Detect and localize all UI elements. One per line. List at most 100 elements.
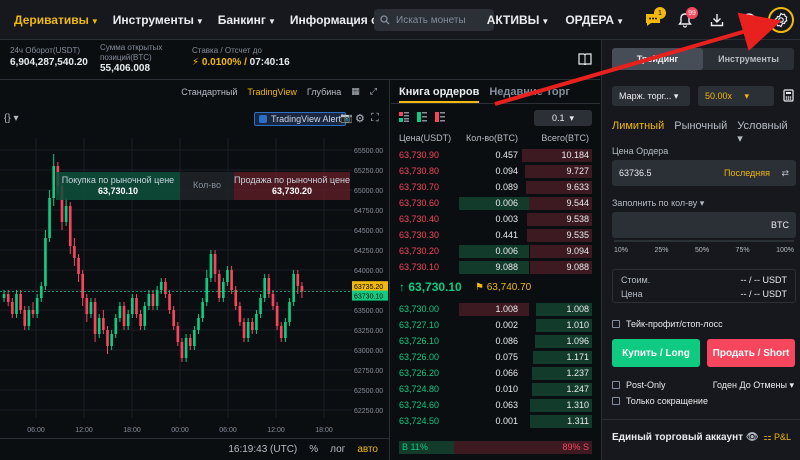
total-cell: 1.247	[566, 384, 589, 394]
ask-row[interactable]: 63,730.40 0.003 9.538	[399, 212, 592, 227]
settings-button[interactable]	[768, 7, 794, 33]
ask-row[interactable]: 63,730.80 0.094 9.727	[399, 164, 592, 179]
fullscreen-icon[interactable]: ⛶	[371, 112, 379, 125]
nav-banking[interactable]: Банкинг ▼	[218, 13, 276, 27]
bid-row[interactable]: 63,726.20 0.066 1.237	[399, 366, 592, 381]
expand-icon[interactable]: ⤢	[370, 86, 377, 97]
calculator-icon[interactable]	[783, 89, 794, 105]
candle-body	[97, 318, 101, 334]
grid-layout-icon[interactable]: ▦	[351, 86, 360, 97]
qty-slider[interactable]	[614, 240, 794, 242]
swap-icon[interactable]: ⇄	[781, 168, 789, 179]
order-price-value: 63736.5	[619, 168, 652, 178]
pct-50[interactable]: 50%	[695, 247, 709, 254]
qty-field[interactable]: BTC	[612, 212, 796, 238]
turnover-block: 24ч Оборот(USDT) 6,904,287,540.20	[10, 46, 88, 69]
chat-button[interactable]: 1	[640, 7, 666, 33]
precision-select[interactable]: 0.1 ▾	[534, 110, 592, 126]
view-asks-icon[interactable]	[435, 112, 445, 125]
indicator-menu[interactable]: {} ▾	[4, 113, 19, 124]
reduce-only-checkbox[interactable]: Только сокращение	[612, 396, 708, 406]
pct-100[interactable]: 100%	[776, 247, 794, 254]
tradingview-alert-button[interactable]: TradingView Alert	[254, 112, 347, 126]
chat-badge: 1	[654, 7, 666, 19]
order-type-limit[interactable]: Лимитный	[612, 120, 664, 145]
last-price-shortcut[interactable]: Последняя	[724, 168, 770, 178]
ask-row[interactable]: 63,730.30 0.441 9.535	[399, 228, 592, 243]
eye-icon[interactable]: 👁	[746, 432, 759, 443]
ask-row[interactable]: 63,730.60 0.006 9.544	[399, 196, 592, 211]
language-button[interactable]	[736, 7, 762, 33]
chart-settings-icon[interactable]: ⚙	[355, 112, 365, 125]
download-button[interactable]	[704, 7, 730, 33]
candle-body	[213, 254, 217, 274]
nav-tools[interactable]: Инструменты ▼	[113, 13, 204, 27]
camera-icon[interactable]: 📷	[340, 113, 352, 124]
view-bids-icon[interactable]	[417, 112, 427, 125]
bid-row[interactable]: 63,724.80 0.010 1.247	[399, 382, 592, 397]
nav-assets[interactable]: АКТИВЫ ▼	[487, 13, 550, 27]
y-tick-label: 65250.00	[354, 168, 383, 175]
order-type-conditional[interactable]: Условный ▾	[737, 120, 797, 145]
bid-row[interactable]: 63,724.50 0.001 1.311	[399, 414, 592, 429]
total-cell: 1.010	[566, 320, 589, 330]
bid-row[interactable]: 63,730.00 1.008 1.008	[399, 302, 592, 317]
order-type-market[interactable]: Рыночный	[674, 120, 727, 145]
tab-instruments[interactable]: Инструменты	[703, 48, 794, 70]
pct-75[interactable]: 75%	[736, 247, 750, 254]
candle-body	[48, 198, 51, 238]
price-cell: 63,730.70	[399, 182, 440, 192]
order-price-field[interactable]: 63736.5 Последняя ⇄	[612, 160, 796, 186]
price2-value: -- / -- USDT	[740, 289, 788, 299]
total-cell: 9.094	[566, 246, 589, 256]
pnl-link[interactable]: ⚏ P&L	[763, 432, 791, 443]
post-only-checkbox[interactable]: Post-Only	[612, 380, 666, 390]
percent-toggle[interactable]: %	[309, 444, 318, 455]
ask-row[interactable]: 63,730.20 0.006 9.094	[399, 244, 592, 259]
col-qty: Кол-во(BTC)	[466, 133, 518, 143]
bid-row[interactable]: 63,726.00 0.075 1.171	[399, 350, 592, 365]
tab-order-book[interactable]: Книга ордеров	[399, 86, 480, 103]
price-cell: 63,726.20	[399, 368, 440, 378]
tab-recent-trades[interactable]: Недавние Торг	[489, 86, 570, 98]
sell-short-button[interactable]: Продать / Short	[707, 339, 795, 367]
pct-25[interactable]: 25%	[655, 247, 669, 254]
log-toggle[interactable]: лог	[330, 444, 345, 455]
chart-tab-depth[interactable]: Глубина	[307, 87, 341, 97]
buy-long-button[interactable]: Купить / Long	[612, 339, 700, 367]
unified-account-title[interactable]: Единый торговый аккаунт 👁	[612, 432, 759, 443]
chart-time: 16:19:43 (UTC)	[228, 444, 298, 455]
search-input[interactable]: Искать монеты	[374, 9, 494, 31]
leverage-row: Марж. торг... ▾ 50.00x ▾	[612, 86, 796, 106]
ask-row[interactable]: 63,730.90 0.457 10.184	[399, 148, 592, 163]
qty-cell: 0.086	[495, 336, 518, 346]
tab-trading[interactable]: Трейдинг	[612, 48, 703, 70]
tpsl-checkbox[interactable]: Тейк-профит/стоп-лосс	[612, 319, 723, 329]
notifications-badge: 99	[686, 7, 698, 19]
chart-tab-standard[interactable]: Стандартный	[181, 87, 237, 97]
nav-derivatives[interactable]: Деривативы ▼	[14, 13, 99, 27]
market-buy-button[interactable]: Покупка по рыночной цене 63,730.10	[56, 172, 180, 200]
bid-row[interactable]: 63,727.10 0.002 1.010	[399, 318, 592, 333]
nav-orders[interactable]: ОРДЕРА ▼	[565, 13, 624, 27]
quick-qty-input[interactable]: Кол-во	[180, 172, 234, 200]
view-both-icon[interactable]	[399, 112, 409, 125]
total-cell: 9.633	[566, 182, 589, 192]
bid-row[interactable]: 63,726.10 0.086 1.096	[399, 334, 592, 349]
ask-row[interactable]: 63,730.10 9.088 9.088	[399, 260, 592, 275]
candle-body	[193, 330, 196, 346]
ask-row[interactable]: 63,730.70 0.089 9.633	[399, 180, 592, 195]
book-icon[interactable]	[578, 53, 592, 68]
chart-tab-tradingview[interactable]: TradingView	[247, 87, 297, 97]
leverage-select[interactable]: 50.00x ▾	[698, 86, 774, 106]
notifications-button[interactable]: 99	[672, 7, 698, 33]
pct-10[interactable]: 10%	[614, 247, 628, 254]
candle-body	[151, 294, 155, 306]
time-in-force-select[interactable]: Годен До Отмены ▾	[713, 380, 794, 391]
price-cell: 63,730.90	[399, 150, 440, 160]
market-sell-button[interactable]: Продажа по рыночной цене 63,730.20	[234, 172, 350, 200]
trade-panel: Трейдинг Инструменты Марж. торг... ▾ 50.…	[601, 40, 800, 460]
auto-toggle[interactable]: авто	[357, 444, 378, 455]
margin-mode-select[interactable]: Марж. торг... ▾	[612, 86, 690, 106]
bid-row[interactable]: 63,724.60 0.063 1.310	[399, 398, 592, 413]
